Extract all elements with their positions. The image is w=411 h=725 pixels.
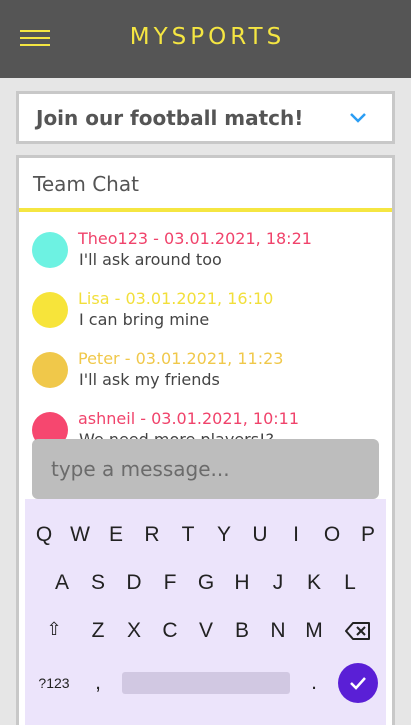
key-p[interactable]: P — [353, 523, 383, 547]
message-composer — [32, 439, 379, 499]
avatar — [32, 352, 68, 388]
symbols-key[interactable]: ?123 — [34, 675, 74, 691]
message-text: I can bring mine — [79, 310, 210, 329]
key-r[interactable]: R — [137, 523, 167, 547]
key-x[interactable]: X — [119, 619, 149, 643]
spacebar[interactable] — [122, 672, 290, 694]
key-d[interactable]: D — [119, 571, 149, 595]
chat-title: Team Chat — [33, 172, 139, 196]
key-h[interactable]: H — [227, 571, 257, 595]
key-m[interactable]: M — [299, 619, 329, 643]
key-q[interactable]: Q — [29, 523, 59, 547]
event-dropdown[interactable]: Join our football match! — [16, 91, 395, 144]
message-meta: Theo123 - 03.01.2021, 18:21 — [78, 229, 312, 248]
key-k[interactable]: K — [299, 571, 329, 595]
key-u[interactable]: U — [245, 523, 275, 547]
message-meta: Lisa - 03.01.2021, 16:10 — [78, 289, 274, 308]
checkmark-icon — [350, 677, 366, 690]
key-i[interactable]: I — [281, 523, 311, 547]
key-l[interactable]: L — [335, 571, 365, 595]
message-list[interactable]: Theo123 - 03.01.2021, 18:21 I'll ask aro… — [19, 216, 392, 442]
key-b[interactable]: B — [227, 619, 257, 643]
comma-key[interactable]: , — [83, 671, 113, 695]
key-j[interactable]: J — [263, 571, 293, 595]
key-a[interactable]: A — [47, 571, 77, 595]
avatar — [32, 292, 68, 328]
message-text: I'll ask around too — [79, 250, 222, 269]
key-v[interactable]: V — [191, 619, 221, 643]
message-input[interactable] — [51, 457, 361, 481]
event-dropdown-value: Join our football match! — [36, 105, 304, 130]
message-meta: Peter - 03.01.2021, 11:23 — [78, 349, 284, 368]
key-n[interactable]: N — [263, 619, 293, 643]
key-e[interactable]: E — [101, 523, 131, 547]
key-g[interactable]: G — [191, 571, 221, 595]
key-w[interactable]: W — [65, 523, 95, 547]
key-c[interactable]: C — [155, 619, 185, 643]
key-t[interactable]: T — [173, 523, 203, 547]
key-y[interactable]: Y — [209, 523, 239, 547]
message-meta: ashneil - 03.01.2021, 10:11 — [78, 409, 299, 428]
avatar — [32, 232, 68, 268]
key-o[interactable]: O — [317, 523, 347, 547]
app-title: MYSPORTS — [129, 24, 286, 50]
app-bar: MYSPORTS — [0, 0, 411, 78]
backspace-icon[interactable] — [345, 621, 371, 641]
key-f[interactable]: F — [155, 571, 185, 595]
avatar — [32, 412, 68, 442]
chat-message: Peter - 03.01.2021, 11:23 I'll ask my fr… — [19, 336, 392, 396]
send-button[interactable] — [338, 663, 378, 703]
chat-message: Theo123 - 03.01.2021, 18:21 I'll ask aro… — [19, 216, 392, 276]
on-screen-keyboard: Q W E R T Y U I O P A S D F G H J K L ⇧ … — [25, 499, 386, 725]
message-text: I'll ask my friends — [79, 370, 220, 389]
key-s[interactable]: S — [83, 571, 113, 595]
key-z[interactable]: Z — [83, 619, 113, 643]
shift-key[interactable]: ⇧ — [39, 619, 69, 640]
period-key[interactable]: . — [299, 671, 329, 695]
chat-message: ashneil - 03.01.2021, 10:11 We need more… — [19, 396, 392, 442]
chat-header: Team Chat — [19, 158, 392, 212]
chat-message: Lisa - 03.01.2021, 16:10 I can bring min… — [19, 276, 392, 336]
chevron-down-icon — [350, 113, 366, 123]
